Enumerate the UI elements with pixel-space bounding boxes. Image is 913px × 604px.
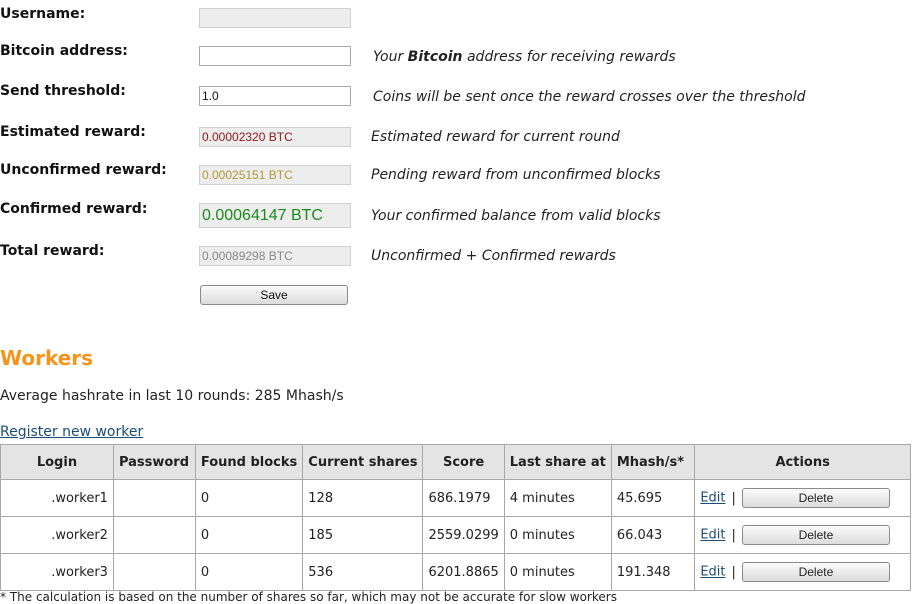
unconfirmed-reward-label: Unconfirmed reward:	[0, 162, 167, 178]
workers-heading: Workers	[0, 346, 94, 370]
register-new-worker-link[interactable]: Register new worker	[0, 424, 143, 440]
confirmed-reward-value: 0.00064147 BTC	[199, 203, 351, 228]
column-header-score: Score	[422, 444, 505, 480]
username-label: Username:	[0, 6, 86, 22]
column-header-last-share-at: Last share at	[503, 444, 612, 480]
confirmed-reward-label: Confirmed reward:	[0, 201, 148, 217]
average-hashrate-text: Average hashrate in last 10 rounds: 285 …	[0, 388, 344, 404]
worker-actions: Edit | Delete	[694, 553, 911, 591]
total-reward-label: Total reward:	[0, 243, 105, 259]
bitcoin-address-input[interactable]	[199, 46, 351, 66]
worker-mhash: 66.043	[610, 516, 696, 554]
worker-last-share: 0 minutes	[503, 553, 612, 591]
worker-last-share: 0 minutes	[503, 516, 612, 554]
worker-found-blocks: 0	[194, 516, 304, 554]
table-row: .worker2 0 185 2559.0299 0 minutes 66.04…	[0, 516, 911, 554]
worker-login: .worker2	[0, 516, 114, 554]
worker-actions: Edit | Delete	[694, 479, 911, 517]
column-header-login: Login	[0, 444, 114, 480]
action-separator: |	[731, 564, 736, 580]
username-field	[199, 8, 351, 28]
worker-password	[112, 553, 196, 591]
edit-worker-link[interactable]: Edit	[700, 565, 725, 580]
column-header-found-blocks: Found blocks	[194, 444, 304, 480]
send-threshold-label: Send threshold:	[0, 83, 126, 99]
worker-current-shares: 536	[302, 553, 424, 591]
action-separator: |	[731, 527, 736, 543]
total-reward-value: 0.00089298 BTC	[199, 246, 351, 266]
worker-score: 6201.8865	[422, 553, 505, 591]
table-row: .worker1 0 128 686.1979 4 minutes 45.695…	[0, 479, 911, 517]
send-threshold-hint: Coins will be sent once the reward cross…	[373, 89, 806, 105]
column-header-password: Password	[112, 444, 196, 480]
worker-current-shares: 128	[302, 479, 424, 517]
estimated-reward-hint: Estimated reward for current round	[371, 129, 620, 145]
column-header-mhash: Mhash/s*	[610, 444, 696, 480]
delete-worker-button[interactable]: Delete	[741, 488, 890, 508]
workers-table: Login Password Found blocks Current shar…	[0, 444, 911, 591]
worker-current-shares: 185	[302, 516, 424, 554]
edit-worker-link[interactable]: Edit	[700, 491, 725, 506]
estimated-reward-label: Estimated reward:	[0, 124, 146, 140]
estimated-reward-value: 0.00002320 BTC	[199, 127, 351, 147]
delete-worker-button[interactable]: Delete	[741, 525, 890, 545]
worker-score: 686.1979	[422, 479, 505, 517]
bitcoin-address-hint: Your Bitcoin address for receiving rewar…	[373, 49, 676, 65]
column-header-actions: Actions	[694, 444, 911, 480]
bitcoin-address-label: Bitcoin address:	[0, 43, 128, 59]
worker-found-blocks: 0	[194, 553, 304, 591]
unconfirmed-reward-value: 0.00025151 BTC	[199, 165, 351, 185]
send-threshold-input[interactable]	[199, 86, 351, 106]
worker-last-share: 4 minutes	[503, 479, 612, 517]
worker-actions: Edit | Delete	[694, 516, 911, 554]
total-reward-hint: Unconfirmed + Confirmed rewards	[371, 248, 616, 264]
table-row: .worker3 0 536 6201.8865 0 minutes 191.3…	[0, 553, 911, 591]
worker-found-blocks: 0	[194, 479, 304, 517]
save-button[interactable]: Save	[200, 285, 348, 305]
table-header-row: Login Password Found blocks Current shar…	[0, 444, 911, 480]
delete-worker-button[interactable]: Delete	[741, 562, 890, 582]
action-separator: |	[731, 490, 736, 506]
worker-score: 2559.0299	[422, 516, 505, 554]
worker-mhash: 191.348	[610, 553, 696, 591]
confirmed-reward-hint: Your confirmed balance from valid blocks	[371, 208, 661, 224]
worker-mhash: 45.695	[610, 479, 696, 517]
worker-password	[112, 516, 196, 554]
hashrate-footnote: * The calculation is based on the number…	[0, 590, 617, 604]
edit-worker-link[interactable]: Edit	[700, 528, 725, 543]
column-header-current-shares: Current shares	[302, 444, 424, 480]
worker-password	[112, 479, 196, 517]
worker-login: .worker3	[0, 553, 114, 591]
worker-login: .worker1	[0, 479, 114, 517]
unconfirmed-reward-hint: Pending reward from unconfirmed blocks	[371, 167, 661, 183]
